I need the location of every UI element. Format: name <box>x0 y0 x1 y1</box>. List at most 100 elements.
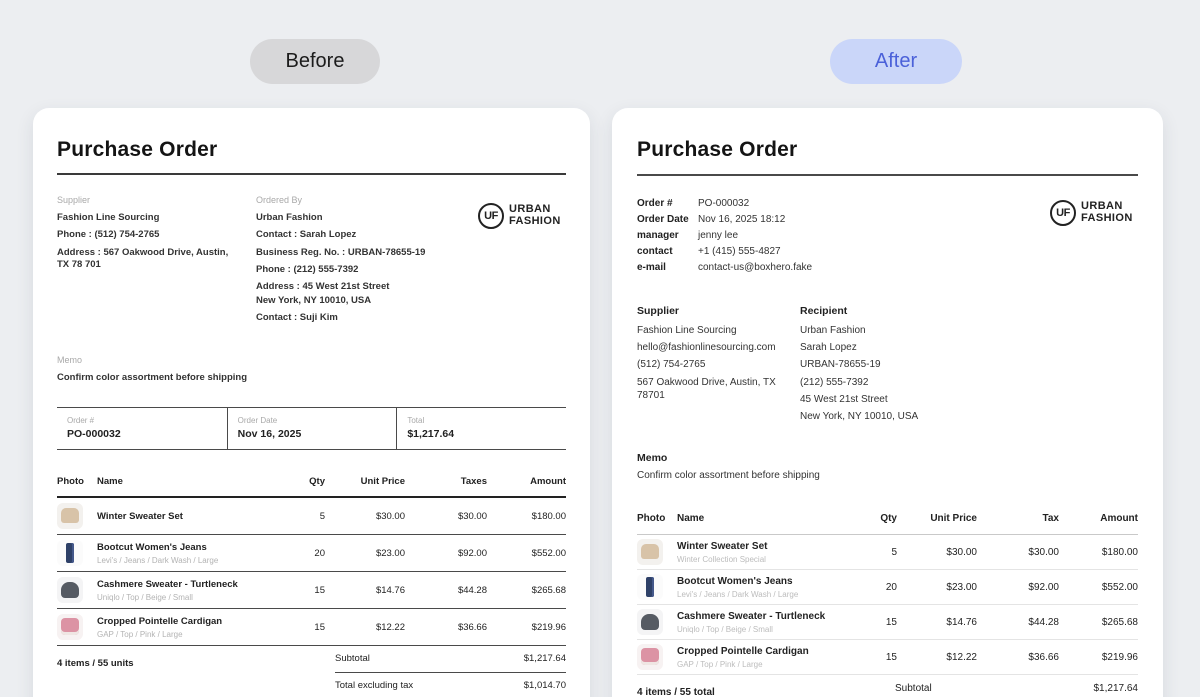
product-photo <box>57 614 83 640</box>
meta-value: +1 (415) 555-4827 <box>698 246 781 257</box>
item-subtitle: Winter Collection Special <box>677 555 847 564</box>
item-amount: $265.68 <box>1059 605 1138 640</box>
ordered-by-business-reg: Business Reg. No. : URBAN-78655-19 <box>256 247 478 259</box>
item-tax: $30.00 <box>977 535 1059 570</box>
item-qty: 15 <box>847 605 897 640</box>
summary-row-subtotal: Subtotal $1,217.64 <box>895 675 1138 697</box>
product-photo <box>57 540 83 566</box>
summary-label: Total excluding tax <box>335 680 413 691</box>
table-header-row: Photo Name Qty Unit Price Tax Amount <box>637 513 1138 535</box>
logo-line2: FASHION <box>1081 213 1133 225</box>
item-unit-price: $12.22 <box>325 609 405 646</box>
order-total-label: Total <box>407 416 556 425</box>
supplier-email: hello@fashionlinesourcing.com <box>637 341 787 354</box>
order-number-cell: Order # PO-000032 <box>57 408 227 449</box>
col-name: Name <box>677 513 847 535</box>
recipient-business-reg: URBAN-78655-19 <box>800 358 1020 371</box>
meta-label: Order Date <box>637 214 698 225</box>
supplier-label: Supplier <box>57 195 232 205</box>
item-unit-price: $30.00 <box>325 497 405 535</box>
meta-label: manager <box>637 230 698 241</box>
item-unit-price: $14.76 <box>325 572 405 609</box>
item-subtitle: GAP / Top / Pink / Large <box>97 630 275 639</box>
memo-text: Confirm color assortment before shipping <box>57 372 566 383</box>
item-name: Cashmere Sweater - Turtleneck <box>677 611 847 622</box>
product-photo <box>637 644 663 670</box>
parties-section: Supplier Fashion Line Sourcing hello@fas… <box>637 305 1138 427</box>
order-total-cell: Total $1,217.64 <box>396 408 566 449</box>
summary-row-subtotal: Subtotal $1,217.64 <box>335 646 566 673</box>
item-name: Bootcut Women's Jeans <box>677 576 847 587</box>
ordered-by-contact: Contact : Sarah Lopez <box>256 229 478 241</box>
supplier-block: Supplier Fashion Line Sourcing Phone : (… <box>57 195 232 329</box>
col-amount: Amount <box>1059 513 1138 535</box>
item-qty: 20 <box>847 570 897 605</box>
item-amount: $552.00 <box>1059 570 1138 605</box>
summary-row-excl-tax: Total excluding tax $1,014.70 <box>335 673 566 697</box>
summary-box: Subtotal $1,217.64 Total excluding tax $… <box>335 646 566 697</box>
summary-label: Subtotal <box>895 683 932 694</box>
item-qty: 15 <box>847 640 897 675</box>
col-name: Name <box>97 476 275 497</box>
recipient-address-line1: 45 West 21st Street <box>800 393 1020 406</box>
product-photo <box>637 609 663 635</box>
meta-value: jenny lee <box>698 230 738 241</box>
item-qty: 5 <box>847 535 897 570</box>
before-toggle-pill[interactable]: Before <box>250 39 380 84</box>
table-header-row: Photo Name Qty Unit Price Taxes Amount <box>57 476 566 497</box>
memo-label: Memo <box>637 452 1138 464</box>
item-name: Cashmere Sweater - Turtleneck <box>97 579 275 590</box>
table-row: Bootcut Women's Jeans Levi's / Jeans / D… <box>57 535 566 572</box>
item-unit-price: $12.22 <box>897 640 977 675</box>
col-unit-price: Unit Price <box>325 476 405 497</box>
item-unit-price: $14.76 <box>897 605 977 640</box>
recipient-contact: Sarah Lopez <box>800 341 1020 354</box>
item-amount: $180.00 <box>1059 535 1138 570</box>
ordered-by-contact2: Contact : Suji Kim <box>256 312 478 324</box>
item-tax: $44.28 <box>405 572 487 609</box>
item-subtitle: Uniqlo / Top / Beige / Small <box>677 625 847 634</box>
memo-label: Memo <box>57 355 566 365</box>
order-total-value: $1,217.64 <box>407 428 556 440</box>
page-title: Purchase Order <box>637 138 1138 162</box>
item-amount: $180.00 <box>487 497 566 535</box>
recipient-label: Recipient <box>800 305 1138 317</box>
after-toggle-pill[interactable]: After <box>830 39 962 84</box>
supplier-phone: (512) 754-2765 <box>637 358 787 371</box>
after-document-card: Purchase Order Order # PO-000032 Order D… <box>612 108 1163 697</box>
order-date-label: Order Date <box>238 416 387 425</box>
title-divider <box>57 173 566 175</box>
before-document-card: Purchase Order Supplier Fashion Line Sou… <box>33 108 590 697</box>
recipient-phone: (212) 555-7392 <box>800 376 1020 389</box>
item-unit-price: $30.00 <box>897 535 977 570</box>
item-qty: 15 <box>275 609 325 646</box>
item-subtitle: Levi's / Jeans / Dark Wash / Large <box>97 556 275 565</box>
order-number-value: PO-000032 <box>67 428 217 440</box>
order-number-label: Order # <box>67 416 217 425</box>
parties-section: Supplier Fashion Line Sourcing Phone : (… <box>57 195 566 329</box>
items-count: 4 items / 55 units <box>57 646 335 697</box>
meta-label: contact <box>637 246 698 257</box>
item-tax: $30.00 <box>405 497 487 535</box>
item-amount: $219.96 <box>1059 640 1138 675</box>
item-tax: $36.66 <box>977 640 1059 675</box>
summary-value: $1,217.64 <box>1094 683 1139 694</box>
ordered-by-address-line2: New York, NY 10010, USA <box>256 295 478 307</box>
supplier-name: Fashion Line Sourcing <box>637 324 787 337</box>
logo-monogram-icon: UF <box>1050 200 1076 226</box>
supplier-label: Supplier <box>637 305 800 317</box>
item-unit-price: $23.00 <box>897 570 977 605</box>
recipient-name: Urban Fashion <box>800 324 1020 337</box>
items-count: 4 items / 55 total <box>637 675 895 697</box>
col-tax: Taxes <box>405 476 487 497</box>
item-amount: $219.96 <box>487 609 566 646</box>
product-photo <box>57 503 83 529</box>
logo-line2: FASHION <box>509 216 561 228</box>
item-qty: 5 <box>275 497 325 535</box>
summary-value: $1,014.70 <box>524 680 566 691</box>
order-date-cell: Order Date Nov 16, 2025 <box>227 408 397 449</box>
recipient-block: Recipient Urban Fashion Sarah Lopez URBA… <box>800 305 1138 427</box>
item-amount: $552.00 <box>487 535 566 572</box>
meta-row-order-number: Order # PO-000032 <box>637 198 1050 209</box>
memo-text: Confirm color assortment before shipping <box>637 470 1138 481</box>
